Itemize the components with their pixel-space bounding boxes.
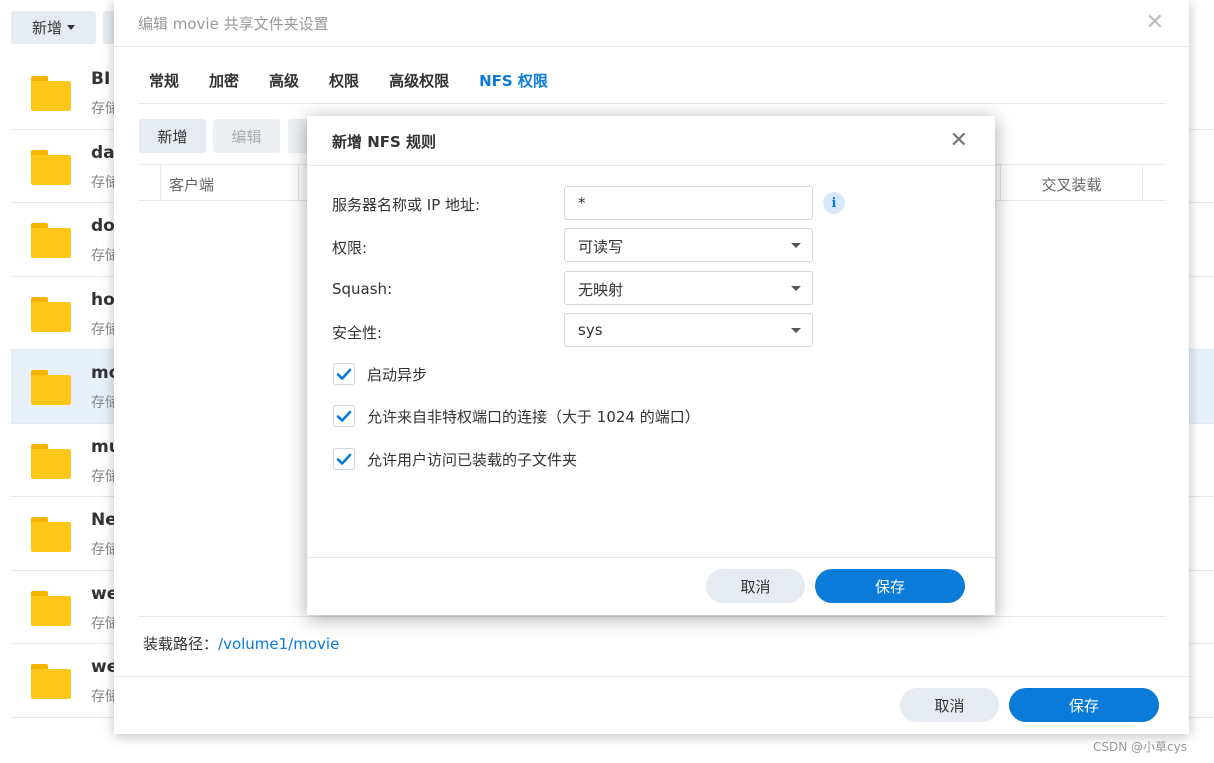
squash-value: 无映射 bbox=[578, 281, 624, 299]
divider bbox=[138, 103, 1165, 104]
folder-name: BI bbox=[91, 69, 111, 89]
squash-select[interactable]: 无映射 bbox=[564, 271, 813, 305]
save-button[interactable]: 保存 bbox=[1009, 688, 1159, 722]
edit-rule-button[interactable]: 编辑 bbox=[213, 119, 280, 153]
squash-label: Squash: bbox=[332, 280, 393, 298]
new-button[interactable]: 新增 bbox=[11, 11, 96, 44]
mounted-subfolders-checkbox-row[interactable]: 允许用户访问已装载的子文件夹 bbox=[333, 448, 577, 470]
chevron-down-icon bbox=[791, 328, 801, 333]
nfs-save-button[interactable]: 保存 bbox=[815, 569, 965, 603]
info-icon[interactable]: i bbox=[823, 192, 845, 214]
dialog-title: 编辑 movie 共享文件夹设置 bbox=[138, 15, 329, 33]
folder-icon bbox=[31, 664, 71, 699]
tab-advanced[interactable]: 高级 bbox=[269, 70, 299, 91]
folder-icon bbox=[31, 590, 71, 626]
nfs-cancel-button[interactable]: 取消 bbox=[706, 569, 805, 603]
security-value: sys bbox=[578, 321, 603, 339]
async-checkbox-label: 启动异步 bbox=[367, 365, 428, 384]
tab-nfs-permissions[interactable]: NFS 权限 bbox=[479, 70, 548, 91]
mounted-subfolders-checkbox-label: 允许用户访问已装载的子文件夹 bbox=[367, 450, 578, 469]
column-header-client[interactable]: 客户端 bbox=[160, 165, 299, 200]
tab-advanced-permissions[interactable]: 高级权限 bbox=[389, 70, 449, 91]
divider bbox=[307, 557, 995, 558]
nfs-dialog-title: 新增 NFS 规则 bbox=[332, 133, 437, 151]
folder-name: do bbox=[91, 216, 115, 236]
folder-icon bbox=[31, 443, 71, 479]
tab-general[interactable]: 常规 bbox=[149, 70, 179, 91]
privilege-select[interactable]: 可读写 bbox=[564, 228, 813, 262]
host-input[interactable]: * bbox=[564, 186, 813, 220]
checkmark-icon bbox=[336, 453, 352, 465]
async-checkbox-row[interactable]: 启动异步 bbox=[333, 363, 427, 385]
chevron-down-icon bbox=[67, 25, 75, 30]
nonprivileged-ports-checkbox-row[interactable]: 允许来自非特权端口的连接（大于 1024 的端口） bbox=[333, 405, 700, 427]
nonprivileged-ports-checkbox-label: 允许来自非特权端口的连接（大于 1024 的端口） bbox=[367, 407, 700, 426]
nonprivileged-ports-checkbox[interactable] bbox=[333, 405, 355, 427]
security-select[interactable]: sys bbox=[564, 313, 813, 347]
divider bbox=[114, 676, 1189, 677]
divider bbox=[138, 616, 1165, 617]
folder-icon bbox=[31, 149, 71, 185]
divider bbox=[307, 165, 995, 166]
privilege-value: 可读写 bbox=[578, 238, 624, 256]
security-label: 安全性: bbox=[332, 324, 383, 342]
add-rule-button[interactable]: 新增 bbox=[139, 119, 206, 153]
host-label: 服务器名称或 IP 地址: bbox=[332, 196, 481, 214]
new-button-label: 新增 bbox=[31, 19, 62, 37]
divider bbox=[114, 46, 1189, 47]
async-checkbox[interactable] bbox=[333, 363, 355, 385]
folder-name: ho bbox=[91, 289, 115, 310]
watermark: CSDN @小草cys bbox=[1093, 740, 1187, 754]
folder-name: da bbox=[91, 142, 115, 163]
privilege-label: 权限: bbox=[332, 239, 368, 257]
checkmark-icon bbox=[336, 368, 352, 380]
tab-permissions[interactable]: 权限 bbox=[329, 70, 359, 91]
folder-icon bbox=[31, 517, 71, 552]
mounted-subfolders-checkbox[interactable] bbox=[333, 448, 355, 470]
column-header-cross-mount[interactable]: 交叉装载 bbox=[1000, 165, 1143, 200]
checkmark-icon bbox=[336, 410, 352, 422]
mount-path-value: /volume1/movie bbox=[218, 635, 340, 653]
chevron-down-icon bbox=[791, 286, 801, 291]
folder-icon bbox=[31, 223, 71, 258]
cancel-button[interactable]: 取消 bbox=[900, 688, 999, 722]
mount-path-row: 装载路径：/volume1/movie bbox=[143, 633, 339, 654]
add-nfs-rule-dialog: 新增 NFS 规则 ✕ 服务器名称或 IP 地址: * i 权限: 可读写 Sq… bbox=[307, 116, 995, 615]
mount-path-label: 装载路径： bbox=[143, 635, 219, 653]
folder-icon bbox=[31, 296, 71, 332]
close-icon[interactable]: ✕ bbox=[1146, 10, 1164, 35]
folder-icon bbox=[31, 76, 71, 111]
close-icon[interactable]: ✕ bbox=[950, 128, 968, 153]
folder-icon bbox=[31, 370, 71, 405]
tab-bar: 常规 加密 高级 权限 高级权限 NFS 权限 bbox=[149, 70, 578, 91]
chevron-down-icon bbox=[791, 243, 801, 248]
tab-encryption[interactable]: 加密 bbox=[209, 70, 239, 91]
folder-name: Ne bbox=[91, 510, 117, 530]
